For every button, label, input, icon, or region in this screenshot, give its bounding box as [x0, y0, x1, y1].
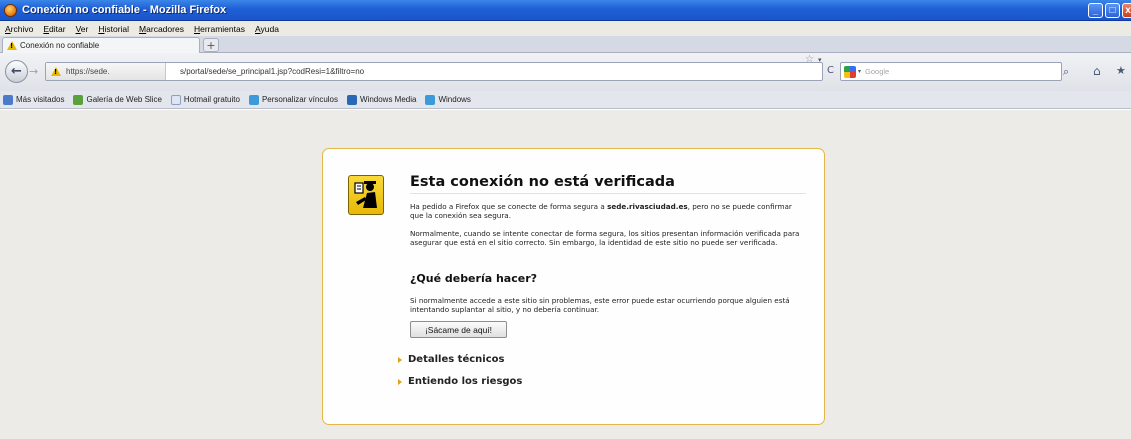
new-tab-button[interactable]: +	[203, 38, 219, 52]
bookmark-hotmail[interactable]: Hotmail gratuito	[170, 94, 240, 105]
web-slice-icon	[73, 94, 84, 105]
identity-url-text: https://sede.	[66, 67, 110, 76]
menu-bar: Archivo Editar Ver Historial Marcadores …	[0, 21, 1131, 36]
error-panel: Esta conexión no está verificada Ha pedi…	[322, 148, 825, 425]
forward-button[interactable]: →	[29, 64, 43, 79]
bookmark-label: Hotmail gratuito	[183, 95, 240, 104]
advice-text: Si normalmente accede a este sitio sin p…	[410, 296, 790, 314]
menu-ayuda[interactable]: Ayuda	[255, 24, 279, 34]
search-icon[interactable]: ⌕	[1063, 65, 1069, 79]
menu-editar[interactable]: Editar	[43, 24, 65, 34]
menu-historial[interactable]: Historial	[98, 24, 129, 34]
warning-icon	[7, 41, 17, 50]
menu-marcadores[interactable]: Marcadores	[139, 24, 184, 34]
tab-untrusted-connection[interactable]: Conexión no confiable	[2, 37, 200, 53]
window-title-bar: Conexión no confiable - Mozilla Firefox …	[0, 0, 1131, 21]
url-text[interactable]: s/portal/sede/se_principal1.jsp?codResi=…	[180, 67, 364, 76]
error-description: Ha pedido a Firefox que se conecte de fo…	[410, 202, 806, 220]
minimize-button[interactable]: _	[1088, 3, 1103, 18]
most-visited-icon	[3, 94, 13, 105]
bookmark-label: Personalizar vínculos	[261, 95, 338, 104]
what-to-do-heading: ¿Qué debería hacer?	[410, 272, 538, 285]
bookmark-star-icon[interactable]: ☆	[805, 54, 814, 65]
window-title: Conexión no confiable - Mozilla Firefox	[22, 4, 227, 16]
bookmarks-icon[interactable]: ★	[1116, 64, 1126, 77]
description-text: Ha pedido a Firefox que se conecte de fo…	[410, 202, 608, 211]
bookmark-label: Galería de Web Slice	[86, 95, 162, 104]
reload-icon[interactable]: C	[827, 65, 834, 76]
bookmark-windows-media[interactable]: Windows Media	[347, 94, 417, 105]
page-icon	[170, 94, 181, 105]
bookmark-label: Windows	[438, 95, 471, 104]
site-identity-button[interactable]: https://sede.	[46, 63, 166, 80]
certificate-error-icon	[348, 175, 384, 215]
bookmark-label: Más visitados	[16, 95, 65, 104]
tab-label: Conexión no confiable	[20, 41, 100, 50]
expand-arrow-icon	[398, 356, 402, 363]
technical-details-label: Detalles técnicos	[408, 354, 505, 365]
back-button[interactable]: ←	[5, 60, 28, 83]
maximize-button[interactable]: □	[1105, 3, 1120, 18]
explanation-text: Normalmente, cuando se intente conectar …	[410, 229, 800, 247]
host-name: sede.rivasciudad.es	[607, 202, 688, 211]
title-divider	[410, 193, 806, 194]
bookmark-label: Windows Media	[360, 95, 417, 104]
tab-bar: Conexión no confiable +	[0, 36, 1131, 53]
search-input[interactable]: ▾ Google	[840, 62, 1062, 81]
understand-risks-expander[interactable]: Entiendo los riesgos	[398, 376, 522, 387]
understand-risks-label: Entiendo los riesgos	[408, 376, 523, 387]
search-engine-dropdown-icon[interactable]: ▾	[858, 68, 861, 75]
technical-details-expander[interactable]: Detalles técnicos	[398, 354, 504, 365]
bookmark-galeria-web-slice[interactable]: Galería de Web Slice	[73, 94, 162, 105]
page-content: Esta conexión no está verificada Ha pedi…	[0, 110, 1131, 439]
search-placeholder: Google	[865, 67, 890, 76]
windows-media-icon	[347, 94, 357, 105]
ie-icon	[248, 94, 259, 105]
firefox-icon	[4, 3, 17, 17]
google-icon[interactable]	[844, 65, 856, 78]
home-icon[interactable]: ⌂	[1093, 64, 1101, 78]
expand-arrow-icon	[398, 378, 402, 385]
menu-ver[interactable]: Ver	[76, 24, 89, 34]
bookmark-mas-visitados[interactable]: Más visitados	[3, 94, 65, 105]
error-title: Esta conexión no está verificada	[410, 174, 675, 190]
bookmark-personalizar-vinculos[interactable]: Personalizar vínculos	[248, 94, 338, 105]
url-bar[interactable]: https://sede. s/portal/sede/se_principal…	[45, 62, 823, 81]
warning-icon	[51, 67, 61, 76]
menu-archivo[interactable]: Archivo	[5, 24, 33, 34]
navigation-bar: ← → https://sede. s/portal/sede/se_princ…	[0, 53, 1131, 91]
url-dropdown-icon[interactable]: ▾	[818, 56, 822, 64]
bookmarks-toolbar: Más visitados Galería de Web Slice Hotma…	[0, 91, 1131, 109]
get-me-out-button[interactable]: ¡Sácame de aquí!	[410, 321, 507, 338]
close-button[interactable]: x	[1122, 3, 1131, 18]
ie-icon	[425, 94, 436, 105]
bookmark-windows[interactable]: Windows	[425, 94, 471, 105]
menu-herramientas[interactable]: Herramientas	[194, 24, 245, 34]
